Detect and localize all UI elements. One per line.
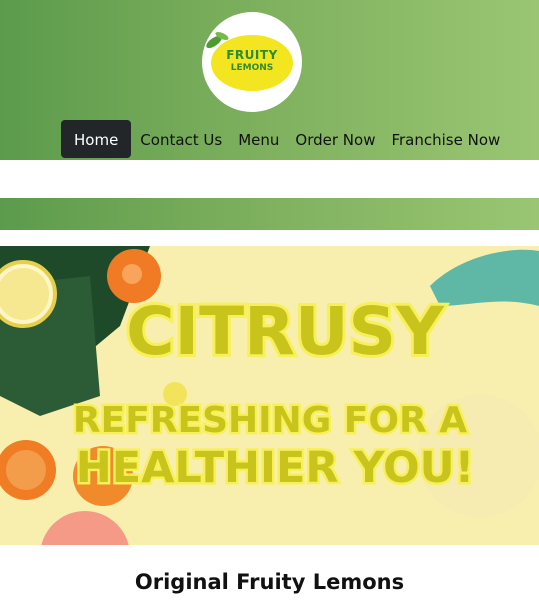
hero-subline-2: HEALTHIER YOU! [76, 443, 474, 493]
hero-banner: CITRUSY REFRESHING FOR A HEALTHIER YOU! [0, 246, 539, 545]
nav-franchise-now[interactable]: Franchise Now [383, 120, 508, 158]
green-divider-band [0, 198, 539, 230]
nav-contact-us[interactable]: Contact Us [132, 120, 230, 158]
site-header: FRUITY LEMONS Home Contact Us Menu Order… [0, 0, 539, 160]
hero-subline-1: REFRESHING FOR A [73, 400, 467, 441]
logo-line1: FRUITY [226, 48, 278, 62]
section-title: Original Fruity Lemons [134, 570, 405, 594]
logo-line2: LEMONS [230, 63, 274, 73]
fruity-lemons-logo[interactable]: FRUITY LEMONS [202, 12, 302, 112]
nav-order-now[interactable]: Order Now [287, 120, 383, 158]
nav-home[interactable]: Home [61, 120, 132, 158]
main-nav: Home Contact Us Menu Order Now Franchise… [61, 120, 508, 158]
hero-headline: CITRUSY [126, 293, 445, 370]
lemon-icon [206, 31, 293, 91]
nav-menu[interactable]: Menu [230, 120, 287, 158]
hero-banner-image: CITRUSY REFRESHING FOR A HEALTHIER YOU! [0, 246, 539, 545]
